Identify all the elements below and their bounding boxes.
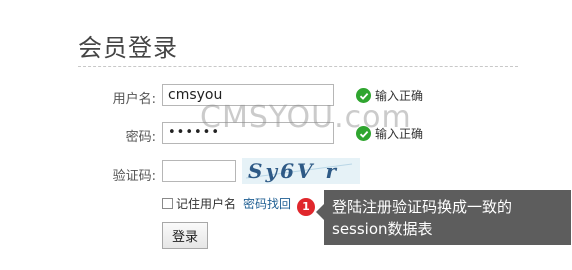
captcha-image[interactable]: Sy6V r [242, 158, 360, 184]
password-recover-link[interactable]: 密码找回 [243, 195, 291, 212]
title-divider [78, 66, 518, 67]
remember-checkbox[interactable] [162, 198, 173, 209]
captcha-label: 验证码: [112, 169, 156, 184]
annotation-note: 登陆注册验证码换成一致的session数据表 [324, 190, 571, 245]
username-label: 用户名: [112, 92, 156, 107]
remember-label[interactable]: 记住用户名 [176, 195, 236, 212]
watermark: CMSYOU.com [200, 100, 412, 135]
annotation-tail [316, 204, 324, 220]
captcha-input[interactable] [162, 160, 236, 182]
remember-row: 记住用户名 密码找回 [162, 195, 291, 212]
password-label: 密码: [125, 130, 156, 145]
captcha-text: Sy6V r [248, 159, 339, 183]
page-title: 会员登录 [78, 34, 178, 62]
login-button[interactable]: 登录 [162, 222, 208, 249]
annotation-badge: 1 [297, 198, 315, 216]
